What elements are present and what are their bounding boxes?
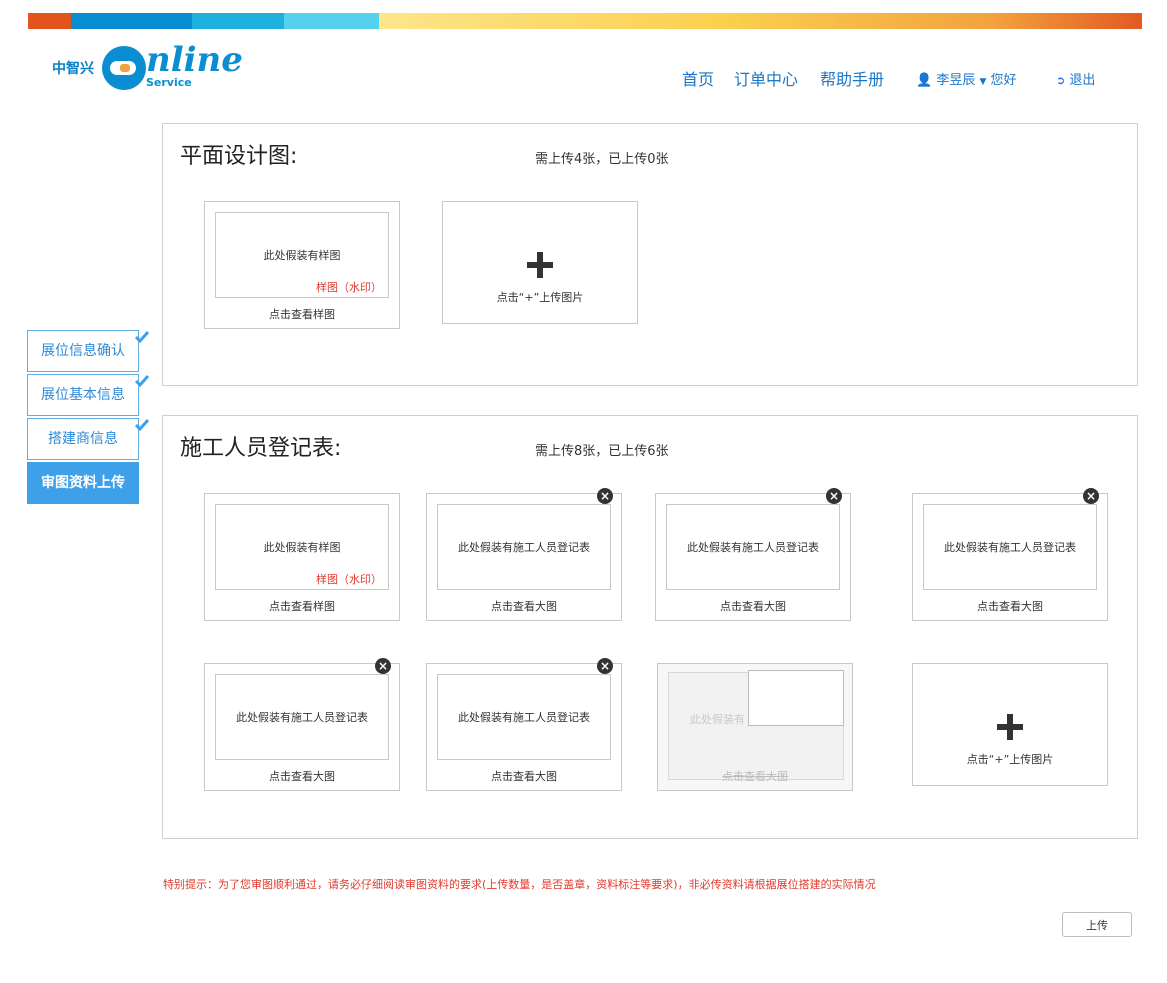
caret-down-icon: ▼ bbox=[979, 77, 987, 87]
user-menu[interactable]: 👤 李昱辰 ▼ 您好 bbox=[916, 69, 1017, 88]
logout-link[interactable]: ➲ 退出 bbox=[1056, 69, 1095, 88]
close-icon[interactable]: × bbox=[597, 488, 613, 504]
step-drawing-upload[interactable]: 审图资料上传 bbox=[27, 462, 139, 504]
nav-help[interactable]: 帮助手册 bbox=[820, 66, 884, 90]
upload-count: 需上传8张，已上传6张 bbox=[535, 444, 669, 459]
plus-icon bbox=[997, 714, 1023, 740]
user-name: 李昱辰 bbox=[936, 73, 976, 88]
sample-card[interactable]: 此处假装有样图 样图（水印） 点击查看样图 bbox=[204, 201, 400, 329]
notice-text: 特别提示：为了您审图顺利通过，请务必仔细阅读审图资料的要求(上传数量，是否盖章，… bbox=[163, 878, 876, 891]
view-sample-link[interactable]: 点击查看样图 bbox=[205, 306, 399, 322]
sample-card[interactable]: 此处假装有样图 样图（水印） 点击查看样图 bbox=[204, 493, 400, 621]
plus-icon bbox=[527, 252, 553, 278]
view-large-link[interactable]: 点击查看大图 bbox=[205, 768, 399, 784]
view-large-link[interactable]: 点击查看大图 bbox=[427, 768, 621, 784]
user-greeting: 您好 bbox=[990, 73, 1017, 88]
dragging-image-card[interactable]: 此处假装有 点击查看大图 bbox=[657, 663, 853, 791]
upload-submit-button[interactable]: 上传 bbox=[1062, 912, 1132, 937]
check-icon bbox=[134, 419, 150, 432]
floor-plan-panel: 平面设计图: 需上传4张，已上传0张 此处假装有样图 样图（水印） 点击查看样图… bbox=[162, 123, 1138, 386]
close-icon[interactable]: × bbox=[375, 658, 391, 674]
worker-registration-panel: 施工人员登记表: 需上传8张，已上传6张 此处假装有样图 样图（水印） 点击查看… bbox=[162, 415, 1138, 839]
step-booth-basic[interactable]: 展位基本信息 bbox=[27, 374, 150, 416]
view-large-link[interactable]: 点击查看大图 bbox=[656, 598, 850, 614]
uploaded-image-card[interactable]: × 此处假装有施工人员登记表 点击查看大图 bbox=[912, 488, 1108, 621]
check-icon bbox=[134, 331, 150, 344]
upload-count: 需上传4张，已上传0张 bbox=[535, 152, 669, 167]
section-title: 施工人员登记表: bbox=[180, 436, 342, 461]
section-title: 平面设计图: bbox=[180, 144, 298, 169]
close-icon[interactable]: × bbox=[826, 488, 842, 504]
nav-home[interactable]: 首页 bbox=[682, 66, 714, 90]
upload-image-button[interactable]: 点击“+”上传图片 bbox=[442, 201, 638, 324]
uploaded-image-card[interactable]: × 此处假装有施工人员登记表 点击查看大图 bbox=[426, 488, 622, 621]
uploaded-image-card[interactable]: × 此处假装有施工人员登记表 点击查看大图 bbox=[204, 658, 400, 791]
check-icon bbox=[134, 375, 150, 388]
top-nav: 首页 订单中心 帮助手册 👤 李昱辰 ▼ 您好 ➲ 退出 bbox=[0, 66, 1167, 90]
uploaded-image-card[interactable]: × 此处假装有施工人员登记表 点击查看大图 bbox=[426, 658, 622, 791]
progress-steps: 展位信息确认 展位基本信息 搭建商信息 审图资料上传 bbox=[27, 330, 150, 506]
user-icon: 👤 bbox=[916, 73, 933, 88]
logout-label: 退出 bbox=[1069, 73, 1096, 88]
logout-icon: ➲ bbox=[1056, 74, 1066, 87]
step-builder-info[interactable]: 搭建商信息 bbox=[27, 418, 150, 460]
view-large-link[interactable]: 点击查看大图 bbox=[913, 598, 1107, 614]
close-icon[interactable]: × bbox=[597, 658, 613, 674]
drag-ghost bbox=[748, 670, 844, 726]
watermark-label: 样图（水印） bbox=[316, 573, 382, 586]
upload-image-button[interactable]: 点击“+”上传图片 bbox=[912, 663, 1108, 786]
top-color-strip bbox=[28, 13, 1142, 29]
nav-orders[interactable]: 订单中心 bbox=[734, 66, 798, 90]
step-booth-confirm[interactable]: 展位信息确认 bbox=[27, 330, 150, 372]
watermark-label: 样图（水印） bbox=[316, 281, 382, 294]
uploaded-image-card[interactable]: × 此处假装有施工人员登记表 点击查看大图 bbox=[655, 488, 851, 621]
view-sample-link[interactable]: 点击查看样图 bbox=[205, 598, 399, 614]
view-large-link[interactable]: 点击查看大图 bbox=[427, 598, 621, 614]
close-icon[interactable]: × bbox=[1083, 488, 1099, 504]
